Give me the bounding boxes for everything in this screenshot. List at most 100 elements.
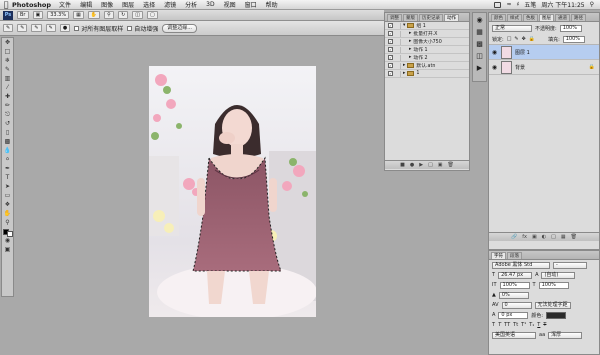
refine-edge-button[interactable]: 调整边缘...	[162, 23, 197, 33]
lock-transparent-icon[interactable]: □	[507, 36, 512, 42]
vertical-scale-input[interactable]: 100%	[499, 281, 530, 289]
zoom-icon[interactable]: ⚲	[2, 218, 13, 227]
disclosure-triangle-icon[interactable]: ▸	[409, 31, 411, 36]
disclosure-triangle-icon[interactable]: ▸	[403, 71, 405, 76]
action-row[interactable]: ✓ ▾ 组 1	[385, 22, 469, 30]
stop-icon[interactable]: ■	[400, 162, 405, 168]
lock-all-icon[interactable]: 🔒	[529, 36, 535, 42]
apple-icon[interactable]: 	[0, 0, 12, 9]
menu-view[interactable]: 视图	[224, 0, 236, 9]
new-group-icon[interactable]: □	[551, 234, 556, 240]
arrange-documents-button[interactable]: ◫	[132, 11, 144, 19]
baseline-input[interactable]: 0 px	[498, 311, 529, 319]
paths-panel-icon[interactable]: ◫	[473, 50, 486, 61]
language-select[interactable]: 美国英语	[492, 331, 536, 339]
tab-adjustments[interactable]: 调整	[387, 14, 402, 21]
horizontal-scale-input[interactable]: 100%	[538, 281, 569, 289]
tab-paragraph[interactable]: 段落	[507, 252, 522, 259]
display-icon[interactable]	[494, 1, 502, 8]
quick-mask-icon[interactable]: ◉	[2, 236, 13, 245]
faux-italic-icon[interactable]: T	[498, 322, 501, 328]
type-icon[interactable]: T	[2, 173, 13, 182]
tsume-select[interactable]: 无法处理字距	[534, 301, 571, 309]
tracking-select[interactable]: 0	[501, 301, 532, 309]
3d-icon[interactable]: ❖	[2, 200, 13, 209]
strikethrough-icon[interactable]: T	[543, 322, 546, 328]
action-row[interactable]: ✓ ▸ 图像大小750	[385, 38, 469, 46]
screen-mode-icon[interactable]: ▣	[2, 245, 13, 254]
crop-icon[interactable]: ▥	[2, 74, 13, 83]
rotate-view-button[interactable]: ↻	[118, 11, 129, 19]
search-icon[interactable]: ⚲	[590, 1, 594, 8]
add-to-selection-icon[interactable]: ✎	[31, 24, 42, 32]
subscript-icon[interactable]: T₁	[529, 322, 534, 328]
clock[interactable]: 周六 下午11:25	[541, 0, 584, 9]
visibility-eye-icon[interactable]: ◉	[491, 49, 498, 56]
kerning-select[interactable]: 0%	[498, 291, 529, 299]
menu-file[interactable]: 文件	[59, 0, 71, 9]
action-enable-checkbox[interactable]: ✓	[388, 39, 393, 44]
font-size-input[interactable]: 26.47 px	[498, 271, 533, 279]
color-swatches[interactable]	[2, 227, 13, 237]
blur-icon[interactable]: 💧	[2, 146, 13, 155]
disclosure-triangle-icon[interactable]: ▾	[403, 23, 405, 28]
disclosure-triangle-icon[interactable]: ▸	[409, 55, 411, 60]
bridge-button[interactable]: Br	[17, 11, 29, 19]
action-row[interactable]: ✓ ▸ 动作 1	[385, 46, 469, 54]
action-enable-checkbox[interactable]: ✓	[388, 55, 393, 60]
layer-row[interactable]: ◉ 背景 🔒	[489, 60, 599, 75]
healing-icon[interactable]: ✚	[2, 92, 13, 101]
layer-row[interactable]: ◉ 图层 1	[489, 45, 599, 60]
sample-all-layers-checkbox[interactable]: 对所有图层取样	[74, 24, 123, 33]
history-brush-icon[interactable]: ↺	[2, 119, 13, 128]
dialog-toggle[interactable]	[395, 62, 401, 69]
font-family-select[interactable]: Adobe 黑体 Std	[492, 261, 550, 269]
tab-styles[interactable]: 样式	[507, 14, 522, 21]
menu-edit[interactable]: 编辑	[80, 0, 92, 9]
path-select-icon[interactable]: ➤	[2, 182, 13, 191]
antialias-select[interactable]: 浑厚	[548, 331, 583, 339]
fill-input[interactable]: 100%	[562, 35, 585, 43]
dialog-toggle[interactable]	[395, 54, 401, 61]
brush-size-picker[interactable]: ●	[59, 24, 71, 32]
layer-name[interactable]: 背景	[515, 64, 525, 71]
swatches-panel-icon[interactable]: ▦	[473, 26, 486, 37]
action-enable-checkbox[interactable]: ✓	[388, 31, 393, 36]
input-method[interactable]: 五笔	[524, 0, 536, 9]
tab-channels[interactable]: 通道	[555, 14, 570, 21]
action-enable-checkbox[interactable]: ✓	[388, 23, 393, 28]
disclosure-triangle-icon[interactable]: ▸	[409, 39, 411, 44]
auto-enhance-checkbox[interactable]: 自动增强	[127, 24, 158, 33]
actions-panel-icon[interactable]: ▶	[473, 62, 486, 73]
volume-icon[interactable]: ♯	[516, 1, 519, 8]
disclosure-triangle-icon[interactable]: ▸	[409, 47, 411, 52]
layer-name[interactable]: 图层 1	[515, 49, 530, 56]
dialog-toggle[interactable]	[395, 46, 401, 53]
action-row[interactable]: ✓ ▸ 默认.atn	[385, 62, 469, 70]
brush-icon[interactable]: ✏	[2, 101, 13, 110]
action-enable-checkbox[interactable]: ✓	[388, 71, 393, 76]
gradient-icon[interactable]: ▩	[2, 137, 13, 146]
lock-image-icon[interactable]: ✎	[514, 36, 518, 42]
stamp-icon[interactable]: ⎋	[2, 110, 13, 119]
color-panel-icon[interactable]: ◉	[473, 14, 486, 25]
record-icon[interactable]: ●	[410, 162, 414, 168]
new-selection-icon[interactable]: ✎	[17, 24, 28, 32]
menu-select[interactable]: 选择	[143, 0, 155, 9]
action-row[interactable]: ✓ ▸ 1	[385, 70, 469, 78]
small-caps-icon[interactable]: Tt	[513, 322, 518, 328]
text-color-swatch[interactable]	[546, 311, 567, 319]
minibridge-button[interactable]: ▣	[32, 11, 44, 19]
blend-mode-select[interactable]: 正常	[492, 24, 532, 32]
screen-mode-button[interactable]: ▢	[147, 11, 158, 19]
quick-select-icon[interactable]: ✎	[2, 65, 13, 74]
action-enable-checkbox[interactable]: ✓	[388, 63, 393, 68]
opacity-input[interactable]: 100%	[559, 24, 582, 32]
zoom-tool-button[interactable]: ⚲	[104, 11, 115, 19]
dialog-toggle[interactable]	[395, 38, 401, 45]
action-row[interactable]: ✓ ▸ 动作 2	[385, 54, 469, 62]
hand-icon[interactable]: ✋	[2, 209, 13, 218]
document-canvas[interactable]	[149, 66, 316, 317]
marquee-icon[interactable]: □	[2, 47, 13, 56]
dodge-icon[interactable]: ⚪	[2, 155, 13, 164]
